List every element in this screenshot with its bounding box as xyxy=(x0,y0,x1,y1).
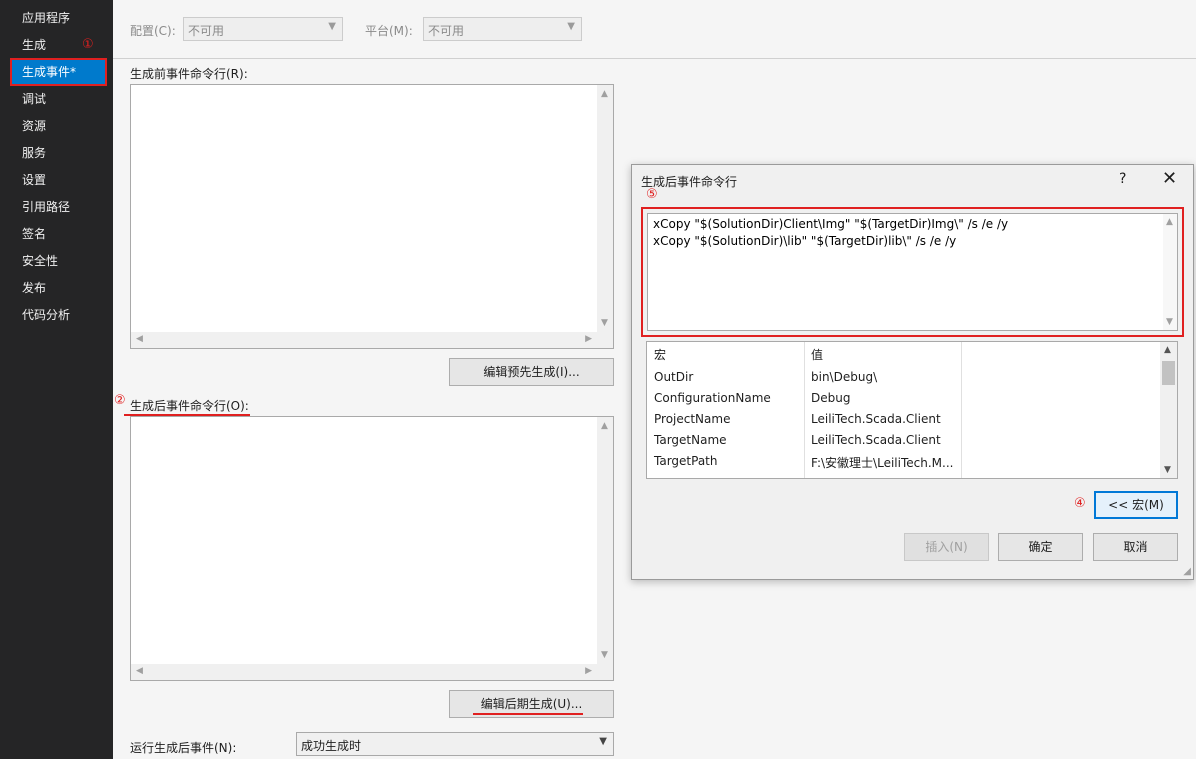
scroll-right-icon[interactable]: ▶ xyxy=(585,334,592,344)
vertical-scrollbar[interactable]: ▲ ▼ xyxy=(1163,214,1177,330)
scroll-right-icon[interactable]: ▶ xyxy=(585,666,592,676)
edit-prebuild-button[interactable]: 编辑预先生成(I)... xyxy=(449,358,614,386)
postbuild-dialog: 生成后事件命令行 ? ✕ ⑤ xCopy "$(SolutionDir)Clie… xyxy=(631,164,1194,580)
scroll-left-icon[interactable]: ◀ xyxy=(136,666,143,676)
scroll-up-icon[interactable]: ▲ xyxy=(1164,345,1171,355)
chevron-down-icon: ▼ xyxy=(567,21,575,32)
macro-name[interactable]: ConfigurationName xyxy=(654,391,771,405)
command-textarea[interactable]: xCopy "$(SolutionDir)Client\Img" "$(Targ… xyxy=(647,213,1178,331)
postbuild-textarea[interactable]: ▲ ▼ ◀ ▶ xyxy=(130,416,614,681)
highlight-underline xyxy=(473,713,583,715)
sidebar-item-debug[interactable]: 调试 xyxy=(22,90,46,108)
sidebar-item-security[interactable]: 安全性 xyxy=(22,252,58,270)
column-separator xyxy=(961,342,962,478)
macro-toggle-button[interactable]: << 宏(M) xyxy=(1094,491,1178,519)
annotation-5: ⑤ xyxy=(646,187,658,202)
macro-name[interactable]: OutDir xyxy=(654,370,693,384)
run-postbuild-value: 成功生成时 xyxy=(301,739,362,753)
macro-value[interactable]: F:\安徽理士\LeiliTech.M... xyxy=(811,454,953,471)
platform-label: 平台(M): xyxy=(365,24,413,38)
sidebar-item-build-events[interactable]: 生成事件* xyxy=(10,58,107,86)
horizontal-scrollbar[interactable]: ◀ ▶ xyxy=(131,664,597,680)
sidebar-item-resources[interactable]: 资源 xyxy=(22,117,46,135)
macro-name[interactable]: TargetName xyxy=(654,433,727,447)
postbuild-label: 生成后事件命令行(O): xyxy=(130,399,249,413)
run-postbuild-select[interactable]: 成功生成时 ▼ xyxy=(296,732,614,756)
config-label: 配置(C): xyxy=(130,24,176,38)
vertical-scrollbar[interactable]: ▲ ▼ xyxy=(597,417,613,664)
platform-value: 不可用 xyxy=(428,24,465,38)
macro-table[interactable]: 宏 值 OutDir bin\Debug\ ConfigurationName … xyxy=(646,341,1178,479)
run-postbuild-label: 运行生成后事件(N): xyxy=(130,741,237,755)
resize-grip-icon[interactable]: ◢ xyxy=(1183,566,1191,577)
macro-value[interactable]: bin\Debug\ xyxy=(811,370,877,384)
scroll-up-icon[interactable]: ▲ xyxy=(1166,217,1173,227)
scroll-corner xyxy=(597,664,613,680)
annotation-4: ④ xyxy=(1074,496,1086,511)
sidebar: 应用程序 生成 生成事件* 调试 资源 服务 设置 引用路径 签名 安全性 发布… xyxy=(0,0,113,759)
help-button[interactable]: ? xyxy=(1119,171,1126,187)
vertical-scrollbar[interactable]: ▲ ▼ xyxy=(1160,342,1177,478)
sidebar-item-build[interactable]: 生成 xyxy=(22,36,46,54)
command-line: xCopy "$(SolutionDir)Client\Img" "$(Targ… xyxy=(653,217,1009,231)
vertical-scrollbar[interactable]: ▲ ▼ xyxy=(597,85,613,332)
sidebar-item-label: 生成事件* xyxy=(22,65,77,79)
sidebar-item-settings[interactable]: 设置 xyxy=(22,171,46,189)
scroll-up-icon[interactable]: ▲ xyxy=(601,89,608,99)
highlight-box: xCopy "$(SolutionDir)Client\Img" "$(Targ… xyxy=(641,207,1184,337)
chevron-down-icon: ▼ xyxy=(599,736,607,747)
scroll-left-icon[interactable]: ◀ xyxy=(136,334,143,344)
sidebar-item-reference-paths[interactable]: 引用路径 xyxy=(22,198,70,216)
column-separator xyxy=(804,342,805,478)
macro-name[interactable]: TargetPath xyxy=(654,454,718,468)
prebuild-label: 生成前事件命令行(R): xyxy=(130,67,248,81)
macro-value[interactable]: LeiliTech.Scada.Client xyxy=(811,412,941,426)
sidebar-item-services[interactable]: 服务 xyxy=(22,144,46,162)
column-header-macro[interactable]: 宏 xyxy=(654,346,666,363)
annotation-2: ② xyxy=(114,393,126,408)
scroll-down-icon[interactable]: ▼ xyxy=(1166,317,1173,327)
sidebar-item-code-analysis[interactable]: 代码分析 xyxy=(22,306,70,324)
macro-name[interactable]: ProjectName xyxy=(654,412,730,426)
divider xyxy=(113,58,1196,59)
scroll-down-icon[interactable]: ▼ xyxy=(601,318,608,328)
macro-value[interactable]: Debug xyxy=(811,391,850,405)
horizontal-scrollbar[interactable]: ◀ ▶ xyxy=(131,332,597,348)
insert-button[interactable]: 插入(N) xyxy=(904,533,989,561)
sidebar-item-application[interactable]: 应用程序 xyxy=(22,9,70,27)
config-value: 不可用 xyxy=(188,24,225,38)
macro-value[interactable]: LeiliTech.Scada.Client xyxy=(811,433,941,447)
command-line: xCopy "$(SolutionDir)\lib" "$(TargetDir)… xyxy=(653,234,957,248)
scroll-thumb[interactable] xyxy=(1162,361,1175,385)
config-select[interactable]: 不可用 ▼ xyxy=(183,17,343,41)
annotation-1: ① xyxy=(82,37,94,52)
platform-select[interactable]: 不可用 ▼ xyxy=(423,17,582,41)
sidebar-item-signing[interactable]: 签名 xyxy=(22,225,46,243)
cancel-button[interactable]: 取消 xyxy=(1093,533,1178,561)
close-icon[interactable]: ✕ xyxy=(1162,168,1177,189)
ok-button[interactable]: 确定 xyxy=(998,533,1083,561)
chevron-down-icon: ▼ xyxy=(328,21,336,32)
scroll-down-icon[interactable]: ▼ xyxy=(601,650,608,660)
prebuild-textarea[interactable]: ▲ ▼ ◀ ▶ xyxy=(130,84,614,349)
scroll-down-icon[interactable]: ▼ xyxy=(1164,465,1171,475)
scroll-corner xyxy=(597,332,613,348)
column-header-value[interactable]: 值 xyxy=(811,346,823,363)
sidebar-item-publish[interactable]: 发布 xyxy=(22,279,46,297)
scroll-up-icon[interactable]: ▲ xyxy=(601,421,608,431)
